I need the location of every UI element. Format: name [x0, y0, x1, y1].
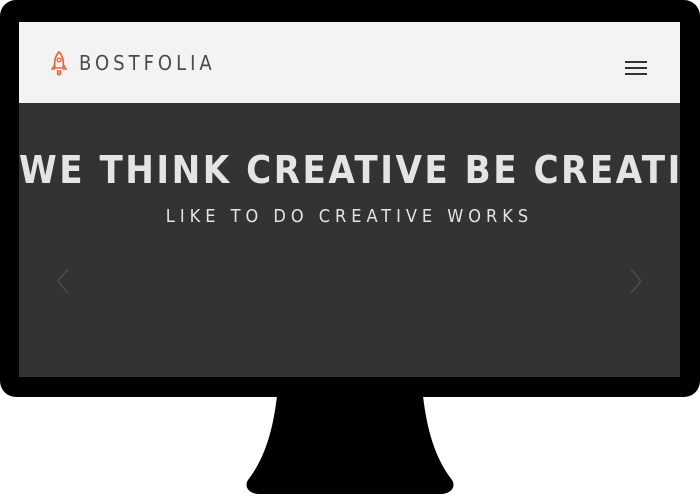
chevron-left-icon[interactable]: [55, 266, 71, 296]
hero-slider: [19, 103, 680, 377]
menu-line: [625, 67, 647, 69]
hero-title: WE THINK CREATIVE BE CREATIVE: [19, 148, 680, 192]
menu-line: [625, 61, 647, 63]
chevron-right-icon[interactable]: [628, 266, 644, 296]
rocket-icon[interactable]: [49, 50, 69, 78]
monitor-screen: BOSTFOLIA WE THINK CREATIVE BE CREATIVE …: [19, 22, 680, 377]
brand-name[interactable]: BOSTFOLIA: [79, 50, 216, 76]
monitor-mockup: BOSTFOLIA WE THINK CREATIVE BE CREATIVE …: [0, 0, 700, 498]
hero-subtitle: LIKE TO DO CREATIVE WORKS: [165, 206, 534, 227]
hamburger-menu-icon[interactable]: [622, 58, 650, 78]
menu-line: [625, 73, 647, 75]
site-header: BOSTFOLIA: [19, 22, 680, 103]
